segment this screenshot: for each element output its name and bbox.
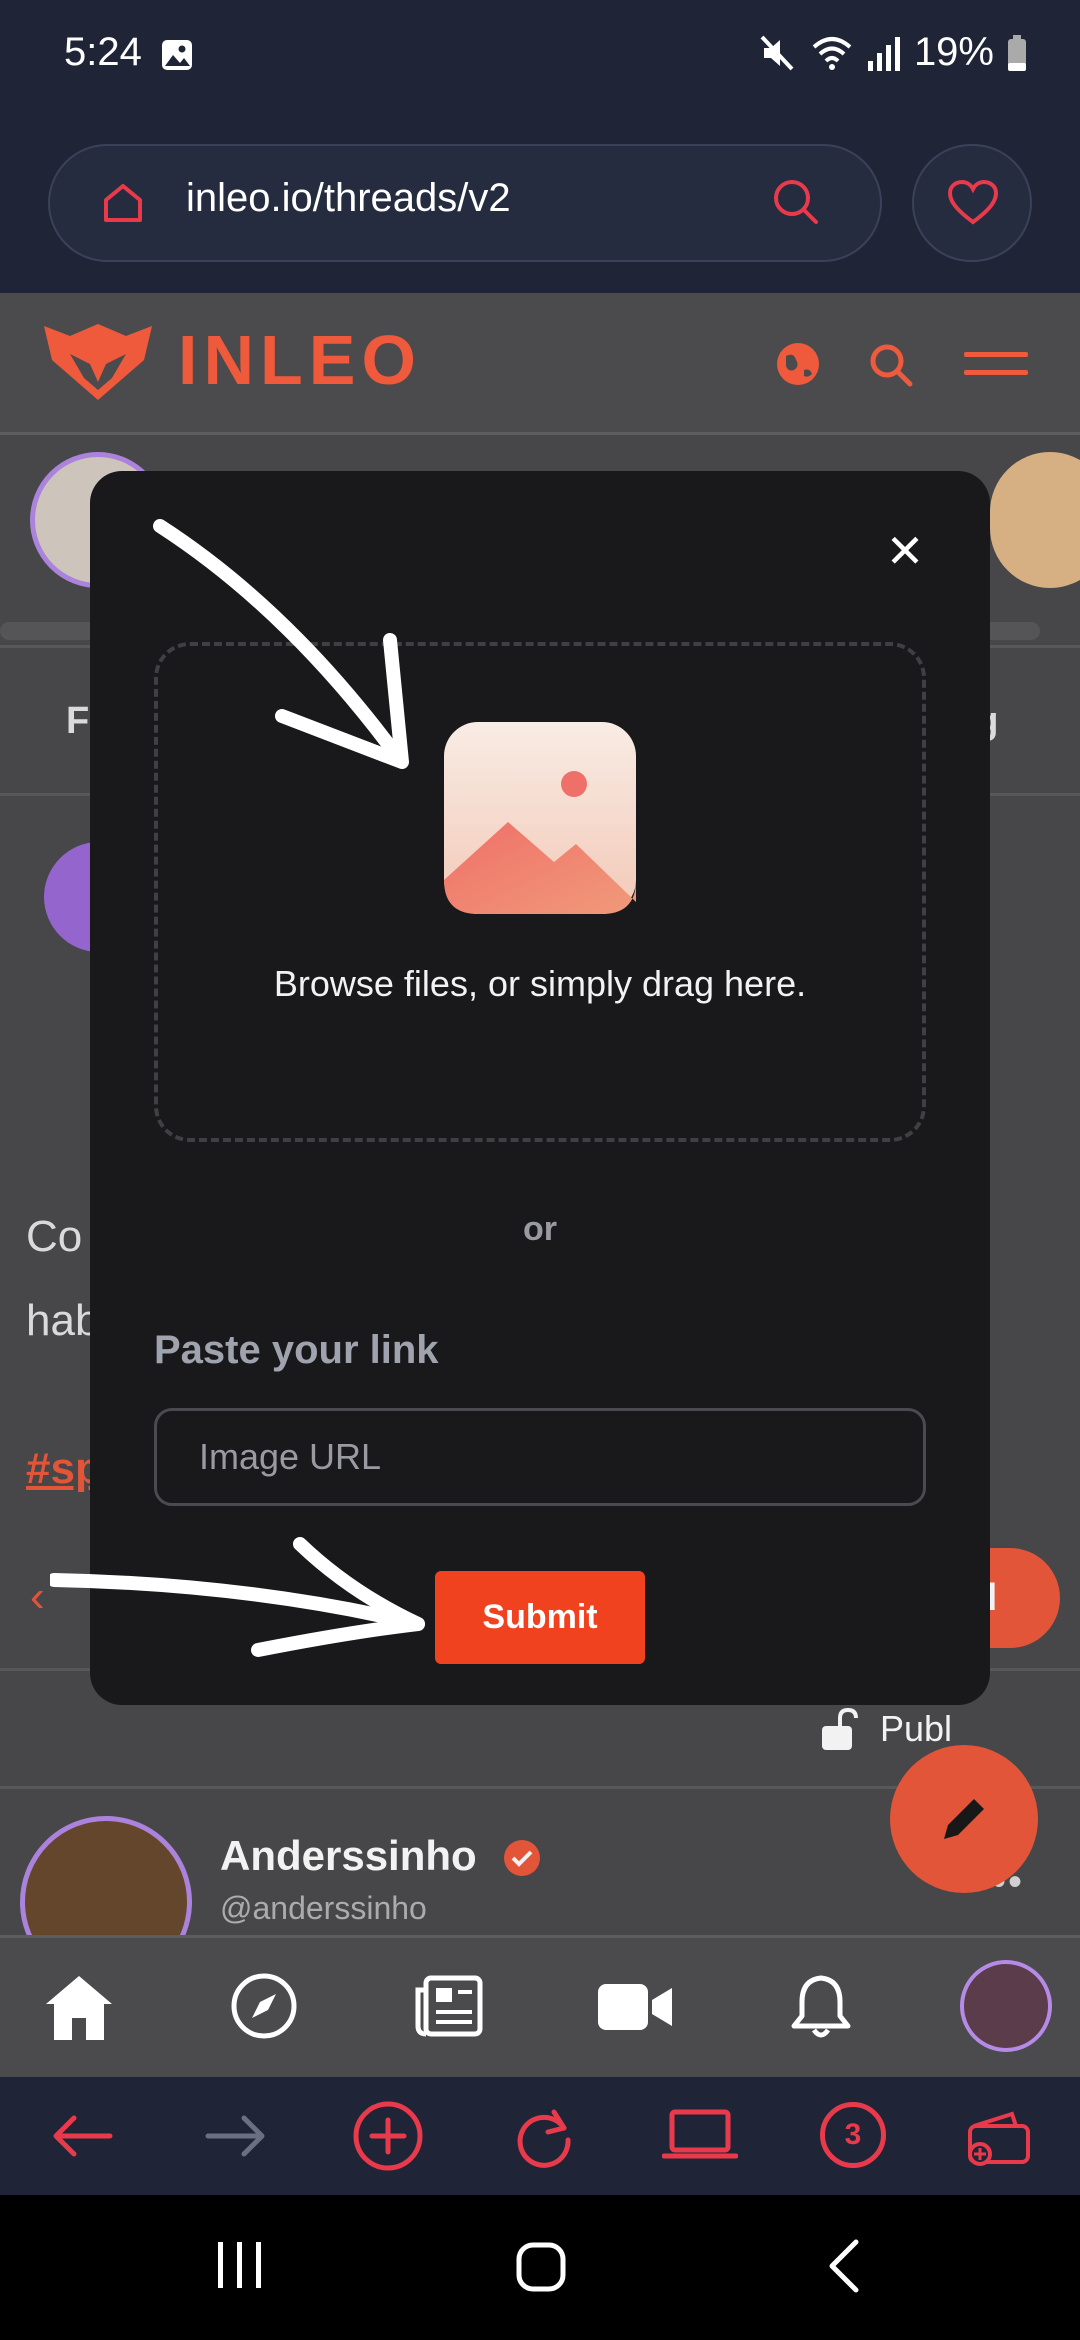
home-icon[interactable]	[98, 178, 148, 228]
or-separator: or	[523, 1210, 557, 1248]
new-tab-icon[interactable]	[352, 2100, 424, 2172]
wallet-icon[interactable]	[966, 2108, 1032, 2168]
back-arrow-icon[interactable]	[50, 2114, 114, 2158]
app-root: 5:24 19% inleo.io/threads/v2 INLEO F Co …	[0, 0, 1080, 2340]
desktop-site-icon[interactable]	[662, 2108, 738, 2164]
globe-icon[interactable]	[774, 340, 822, 388]
battery-icon	[1008, 34, 1026, 71]
submit-button[interactable]: Submit	[435, 1571, 645, 1664]
search-icon[interactable]	[768, 174, 824, 230]
annotation-arrow-icon	[153, 519, 409, 769]
menu-icon[interactable]	[964, 350, 1028, 380]
news-icon[interactable]	[414, 1974, 484, 2038]
video-icon[interactable]	[596, 1980, 674, 2034]
site-logo[interactable]: INLEO	[178, 320, 422, 400]
dropzone-text: Browse files, or simply drag here.	[273, 963, 807, 1004]
annotation-arrow-icon	[50, 1537, 425, 1657]
signal-icon	[867, 36, 900, 71]
status-icons: 19%	[758, 30, 1028, 75]
battery-percent: 19%	[913, 30, 994, 74]
url-text[interactable]: inleo.io/threads/v2	[186, 176, 511, 221]
compass-icon[interactable]	[230, 1972, 298, 2040]
forward-arrow-icon[interactable]	[204, 2114, 268, 2158]
home-icon[interactable]	[42, 1972, 116, 2042]
gallery-notification-icon	[162, 40, 192, 70]
image-url-input[interactable]	[154, 1408, 926, 1506]
recent-apps-icon[interactable]	[214, 2240, 266, 2290]
tab-count-button[interactable]: 3	[820, 2102, 886, 2168]
status-time: 5:24	[64, 30, 142, 74]
profile-avatar[interactable]	[960, 1960, 1052, 2052]
back-nav-icon[interactable]	[826, 2238, 862, 2294]
reload-icon[interactable]	[512, 2106, 574, 2168]
bottom-nav	[0, 1935, 1080, 2077]
paste-link-label: Paste your link	[154, 1328, 439, 1372]
bell-icon[interactable]	[790, 1972, 852, 2042]
site-header	[0, 293, 1080, 435]
wifi-icon	[812, 36, 852, 70]
heart-icon[interactable]	[948, 180, 998, 226]
site-search-icon[interactable]	[866, 340, 916, 390]
inleo-lion-logo-icon[interactable]	[40, 320, 156, 404]
home-button-icon[interactable]	[516, 2242, 566, 2292]
image-placeholder-icon	[444, 722, 636, 914]
mute-icon	[760, 35, 794, 70]
close-button[interactable]: ✕	[880, 526, 930, 576]
